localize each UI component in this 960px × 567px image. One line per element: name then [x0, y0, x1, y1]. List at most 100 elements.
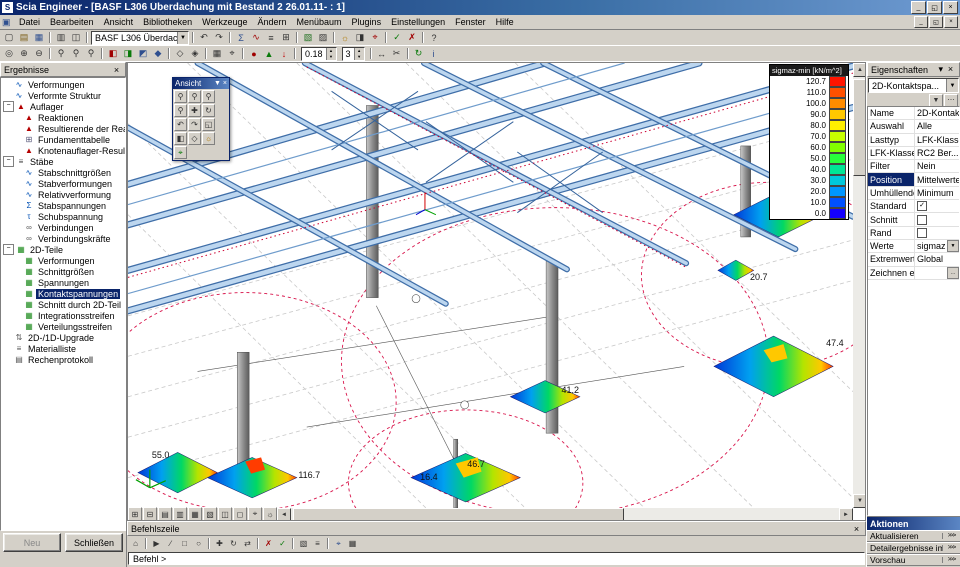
tree-item-auflager[interactable]: −▲Auflager [1, 101, 125, 112]
section-icon[interactable]: ✂ [390, 47, 404, 60]
chevron-down-icon[interactable]: ▼ [214, 80, 221, 87]
property-value[interactable] [915, 228, 959, 238]
zoom-window-icon[interactable]: ⚲ [202, 90, 215, 103]
tree-item-verbindungen[interactable]: ∞Verbindungen [1, 222, 125, 233]
snap-icon[interactable]: ⌖ [225, 47, 239, 60]
tree-item-stabverformungen[interactable]: ∿Stabverformungen [1, 178, 125, 189]
property-value[interactable]: ✓ [915, 201, 959, 211]
tree-item-kontaktspannungen[interactable]: ▦Kontaktspannungen [1, 288, 125, 299]
wireframe-icon[interactable]: ◇ [173, 47, 187, 60]
checkbox-icon[interactable]: ✓ [917, 201, 927, 211]
select-icon[interactable]: ▶ [150, 538, 163, 550]
select-remove-icon[interactable]: ⊖ [32, 47, 46, 60]
vertical-scroll-track[interactable] [853, 77, 865, 494]
property-value[interactable]: Alle [915, 121, 959, 131]
action-more-button[interactable]: >>> [942, 545, 960, 551]
zoom-all-icon[interactable]: ⚲ [84, 47, 98, 60]
minimize-button[interactable]: _ [911, 1, 926, 14]
mirror-icon[interactable]: ⇄ [241, 538, 254, 550]
close-icon[interactable]: × [223, 80, 227, 87]
open-project-icon[interactable]: ▤ [17, 31, 31, 44]
properties-panel-header[interactable]: Eigenschaften ▾ × [867, 62, 960, 77]
scale-spinner[interactable]: 0.18 ▲▼ [301, 47, 337, 61]
viewport[interactable]: 34.620.747.441.246.716.4116.755.0 sigmaz… [127, 62, 866, 521]
zoom-in-icon[interactable]: ⚲ [54, 47, 68, 60]
delete-icon[interactable]: ✗ [262, 538, 275, 550]
print-icon[interactable]: ▥ [54, 31, 68, 44]
action-more-button[interactable]: >>> [942, 533, 960, 539]
property-row-extremwerte[interactable]: ExtremwerteGlobal [868, 253, 959, 266]
tree-item-verteilungsstreifen[interactable]: ▦Verteilungsstreifen [1, 321, 125, 332]
tree-item-schnitt-durch-2d-teil[interactable]: ▦Schnitt durch 2D-Teil [1, 299, 125, 310]
confirm-icon[interactable]: ✓ [276, 538, 289, 550]
tree-item-st-be[interactable]: −≡Stäbe [1, 156, 125, 167]
document-view-icon[interactable]: ≡ [264, 31, 278, 44]
menu-werkzeuge[interactable]: Werkzeuge [197, 16, 252, 29]
property-row-standard[interactable]: Standard✓ [868, 200, 959, 213]
property-value[interactable]: RC2 Ber... [915, 148, 959, 158]
chevron-down-icon[interactable]: ▼ [946, 79, 958, 92]
menu-ndern[interactable]: Ändern [252, 16, 291, 29]
tree-item-schubspannung[interactable]: τSchubspannung [1, 211, 125, 222]
property-row-lasttyp[interactable]: LasttypLFK-Klasse [868, 134, 959, 147]
mdi-close-button[interactable]: × [944, 16, 958, 28]
viewport-3d-scene[interactable] [128, 63, 853, 508]
ucs-icon[interactable]: ⌖ [174, 146, 187, 159]
tree-item-fundamenttabelle[interactable]: ⊞Fundamenttabelle [1, 134, 125, 145]
property-type-combo[interactable]: 2D-Kontaktspa... ▼ [868, 78, 959, 93]
member-labels-icon[interactable]: ▲ [262, 47, 276, 60]
tree-item-reaktionen[interactable]: ▲Reaktionen [1, 112, 125, 123]
property-value[interactable]: Global [915, 254, 959, 264]
tree-item-relativverformung[interactable]: ∿Relativverformung [1, 189, 125, 200]
scroll-up-icon[interactable]: ▲ [853, 63, 866, 77]
mdi-minimize-button[interactable]: _ [914, 16, 928, 28]
ansicht-toolbar[interactable]: Ansicht ▼ × ⚲⚲⚲⚲✚↻↶↷◱◧◇☼⌖ [172, 77, 230, 161]
checkbox-icon[interactable] [917, 228, 927, 238]
property-value[interactable]: LFK-Klasse [915, 135, 959, 145]
save-icon[interactable]: ▦ [32, 31, 46, 44]
tree-item-verformte-struktur[interactable]: ∿Verformte Struktur [1, 90, 125, 101]
check-structure-icon[interactable]: ✓ [390, 31, 404, 44]
rendered-icon[interactable]: ◈ [188, 47, 202, 60]
tree-item-2d-1d-upgrade[interactable]: ⇅2D-/1D-Upgrade [1, 332, 125, 343]
tree-item-materialliste[interactable]: ≡Materialliste [1, 343, 125, 354]
tree-item-rechenprotokoll[interactable]: ▤Rechenprotokoll [1, 354, 125, 365]
property-value[interactable]: Minimum [915, 188, 959, 198]
property-row-lfk-klasse[interactable]: LFK-KlasseRC2 Ber... [868, 147, 959, 160]
property-row-schnitt[interactable]: Schnitt [868, 213, 959, 226]
previous-view-icon[interactable]: ↶ [174, 118, 187, 131]
tree-item-schnittgr-en[interactable]: ▦Schnittgrößen [1, 266, 125, 277]
action-row-aktualisieren[interactable]: Aktualisieren>>> [867, 530, 960, 542]
ansicht-toolbar-title[interactable]: Ansicht ▼ × [173, 78, 229, 89]
menu-bearbeiten[interactable]: Bearbeiten [45, 16, 99, 29]
scroll-left-icon[interactable]: ◄ [277, 508, 291, 521]
single-window-icon[interactable]: ◻ [233, 507, 247, 521]
top-view-icon[interactable]: ◱ [202, 118, 215, 131]
view-manager-icon[interactable]: ▤ [158, 507, 172, 521]
property-value[interactable]: Nein [915, 161, 959, 171]
scroll-right-icon[interactable]: ► [839, 508, 853, 521]
menu-plugins[interactable]: Plugins [347, 16, 387, 29]
redo-icon[interactable]: ↷ [212, 31, 226, 44]
calculation-icon[interactable]: Σ [234, 31, 248, 44]
new-button[interactable]: Neu [3, 533, 61, 552]
menu-bibliotheken[interactable]: Bibliotheken [138, 16, 197, 29]
home-icon[interactable]: ⌂ [129, 538, 142, 550]
expand-all-icon[interactable]: ▼ [929, 94, 943, 107]
horizontal-scrollbar[interactable]: ◄ ► [277, 508, 853, 520]
circle-icon[interactable]: ○ [192, 538, 205, 550]
select-icon[interactable]: ◎ [2, 47, 16, 60]
tree-item-2d-teile[interactable]: −▦2D-Teile [1, 244, 125, 255]
help-icon[interactable]: ? [427, 31, 441, 44]
new-project-icon[interactable]: ▢ [2, 31, 16, 44]
collapse-icon[interactable]: − [3, 244, 14, 255]
transparency-icon[interactable]: ▧ [203, 507, 217, 521]
count-spinner[interactable]: 3 ▲▼ [342, 47, 365, 61]
zoom-out-icon[interactable]: ⚲ [188, 90, 201, 103]
scroll-down-icon[interactable]: ▼ [853, 494, 866, 508]
property-row-zeichnen-ein[interactable]: Zeichnen ein...… [868, 267, 959, 280]
more-options-icon[interactable]: ⋯ [944, 94, 958, 107]
property-row-rand[interactable]: Rand [868, 227, 959, 240]
property-row-name[interactable]: Name2D-Kontakts... [868, 107, 959, 120]
menu-fenster[interactable]: Fenster [450, 16, 491, 29]
